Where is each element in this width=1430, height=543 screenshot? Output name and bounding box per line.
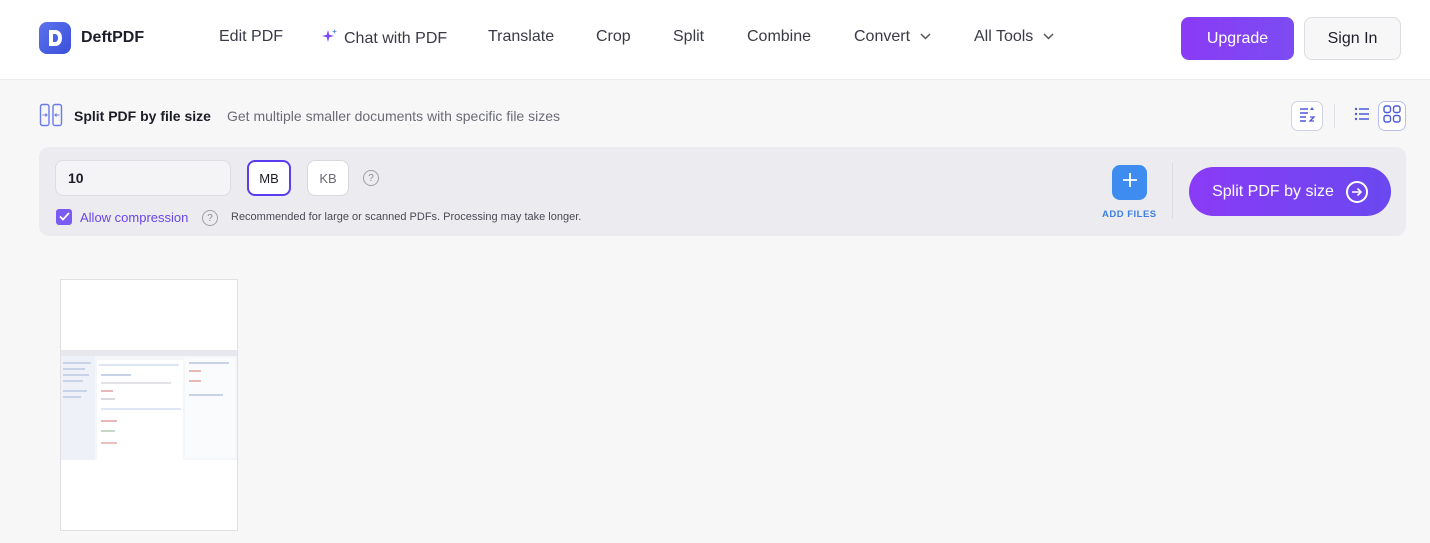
brand-name: DeftPDF [81,29,145,46]
page-description: Get multiple smaller documents with spec… [227,108,561,124]
allow-compression-checkbox[interactable] [56,209,72,225]
split-pdf-by-size-button[interactable]: Split PDF by size [1189,167,1391,216]
file-thumbnail[interactable] [60,279,238,531]
grid-view-button[interactable] [1378,101,1406,131]
file-size-input[interactable]: 10 [55,160,231,196]
nav-all-tools-label: All Tools [974,28,1034,45]
sign-in-button[interactable]: Sign In [1304,17,1401,60]
panel-divider [1172,163,1173,219]
deftpdf-logo-icon [39,22,71,54]
nav-translate-label: Translate [488,28,555,45]
arrow-right-icon [1345,180,1368,203]
nav-edit-pdf-label: Edit PDF [219,28,284,45]
help-icon[interactable]: ? [202,210,218,226]
list-icon [1354,107,1370,126]
add-files-label[interactable]: ADD FILES [1102,209,1157,220]
sparkle-icon [322,28,338,49]
nav-crop[interactable]: Crop [596,28,631,46]
grid-icon [1383,104,1401,128]
nav-combine-label: Combine [747,28,812,45]
chevron-down-icon [920,31,931,43]
nav-all-tools[interactable]: All Tools [974,28,1054,46]
nav-edit-pdf[interactable]: Edit PDF [219,28,283,46]
nav-convert[interactable]: Convert [854,28,931,46]
list-view-button[interactable] [1348,101,1376,131]
help-icon[interactable]: ? [363,170,379,186]
view-divider [1334,104,1335,128]
compression-note: Recommended for large or scanned PDFs. P… [231,211,582,223]
split-by-size-icon [39,103,63,127]
nav-convert-label: Convert [854,28,911,45]
nav-translate[interactable]: Translate [488,28,554,46]
sort-icon [1298,105,1316,128]
nav-split-label: Split [673,28,705,45]
brand-logo[interactable]: DeftPDF [39,22,144,54]
nav-split[interactable]: Split [673,28,704,46]
plus-icon [1122,172,1138,193]
nav-crop-label: Crop [596,28,631,45]
chevron-down-icon [1043,31,1054,43]
nav-chat-with-pdf[interactable]: Chat with PDF [322,28,447,49]
upgrade-button[interactable]: Upgrade [1181,17,1294,60]
split-options-panel: 10 MB KB ? Allow compression ? Recommend… [39,147,1406,236]
page-preview-image [61,350,237,460]
sort-button[interactable] [1291,101,1323,131]
split-button-label: Split PDF by size [1212,182,1334,200]
allow-compression-label[interactable]: Allow compression [80,210,188,225]
top-header: DeftPDF Edit PDF Chat with PDF Translate… [0,0,1430,80]
nav-chat-with-pdf-label: Chat with PDF [344,29,448,47]
unit-mb-button[interactable]: MB [247,160,291,196]
page-title: Split PDF by file size [74,108,211,124]
checkmark-icon [58,208,70,226]
nav-combine[interactable]: Combine [747,28,811,46]
unit-kb-button[interactable]: KB [307,160,349,196]
add-files-button[interactable] [1112,165,1147,200]
